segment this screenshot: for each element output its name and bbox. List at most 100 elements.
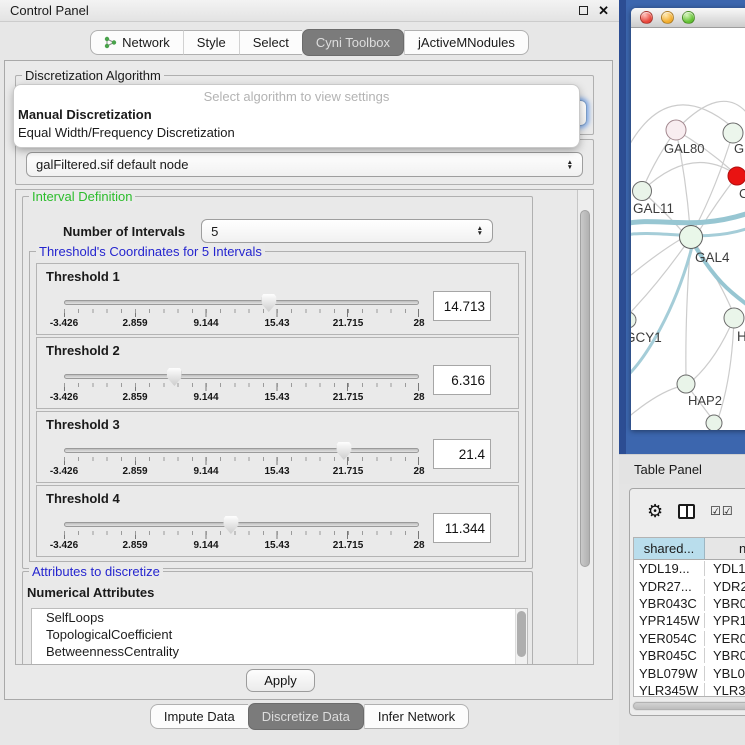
close-window-icon[interactable] <box>640 11 653 24</box>
threshold-row: -3.4262.8599.14415.4321.71528 <box>37 439 518 478</box>
table-body: YDL19...YDL1YDR27...YDR2YBR043CYBR0YPR14… <box>634 560 745 697</box>
network-icon <box>104 36 117 49</box>
tab-cyni-toolbox[interactable]: Cyni Toolbox <box>302 29 404 56</box>
table-row[interactable]: YER054CYER0 <box>634 630 745 647</box>
threshold-label: Threshold 2 <box>37 338 518 358</box>
network-edge[interactable] <box>631 243 693 378</box>
zoom-window-icon[interactable] <box>682 11 695 24</box>
settings-gear-icon[interactable]: ⚙ <box>647 502 663 520</box>
tick-label: 2.859 <box>122 540 147 551</box>
slider-area: -3.4262.8599.14415.4321.71528 <box>64 291 419 330</box>
tab-label: Cyni Toolbox <box>316 35 390 50</box>
tab-select[interactable]: Select <box>239 30 302 55</box>
network-node-h[interactable] <box>724 308 744 328</box>
threshold-value-input[interactable] <box>433 439 491 469</box>
threshold-slider[interactable] <box>64 522 419 527</box>
group-label-thresholds: Threshold's Coordinates for 5 Intervals <box>36 244 265 259</box>
horizontal-scrollbar-thumb[interactable] <box>633 702 745 710</box>
numerical-attributes-list[interactable]: SelfLoopsTopologicalCoefficientBetweenne… <box>31 608 528 665</box>
network-node-gal80[interactable] <box>666 120 686 140</box>
network-node-hap2[interactable] <box>677 375 695 393</box>
apply-button[interactable]: Apply <box>246 669 315 692</box>
network-canvas[interactable]: GAL80GCGAL11GAL4GCY1HHAP2 <box>631 28 745 430</box>
network-edge[interactable] <box>693 318 734 380</box>
number-of-intervals-spinner[interactable]: 5 ▲▼ <box>201 219 493 243</box>
minimize-window-icon[interactable] <box>661 11 674 24</box>
network-node[interactable] <box>706 415 722 430</box>
list-scrollbar[interactable] <box>515 609 527 665</box>
algorithm-option-equal-width-frequency-discretization[interactable]: Equal Width/Frequency Discretization <box>14 124 579 142</box>
network-node-g[interactable] <box>723 123 743 143</box>
tab-jactivemnodules[interactable]: jActiveMNodules <box>404 30 529 55</box>
panel-title: Control Panel <box>10 3 89 18</box>
bottom-tab-bar: Impute DataDiscretize Data Infer Network <box>0 704 619 729</box>
threshold-label: Threshold 4 <box>37 486 518 506</box>
close-panel-icon[interactable]: ✕ <box>598 4 609 17</box>
table-row[interactable]: YBR045CYBR0 <box>634 647 745 664</box>
tab-infer-network[interactable]: Infer Network <box>364 704 469 729</box>
vertical-scrollbar[interactable] <box>577 190 593 664</box>
float-window-icon[interactable] <box>579 6 588 15</box>
combo-arrows-icon: ▲▼ <box>567 160 573 170</box>
tab-label: Infer Network <box>378 709 455 724</box>
network-node-gal4[interactable] <box>680 226 703 249</box>
tick-labels: -3.4262.8599.14415.4321.71528 <box>64 392 419 404</box>
network-window-titlebar[interactable] <box>631 8 745 28</box>
tick-labels: -3.4262.8599.14415.4321.71528 <box>64 466 419 478</box>
group-label-discretization-algorithm: Discretization Algorithm <box>22 68 164 83</box>
column-header[interactable]: n <box>705 538 745 559</box>
tab-discretize-data[interactable]: Discretize Data <box>248 703 364 730</box>
tick-label: 15.43 <box>264 318 289 329</box>
tick-label: 2.859 <box>122 466 147 477</box>
attribute-item[interactable]: TopologicalCoefficient <box>32 626 527 643</box>
horizontal-scrollbar[interactable] <box>632 701 745 711</box>
threshold-value-input[interactable] <box>433 513 491 543</box>
tab-network[interactable]: Network <box>90 30 183 55</box>
tick-label: -3.426 <box>50 466 78 477</box>
settings-content: Interval Definition Number of Intervals … <box>16 190 577 664</box>
checkbox-icons[interactable]: ☑☑ <box>710 504 734 518</box>
slider-ticks <box>64 309 419 317</box>
table-row[interactable]: YPR145WYPR1 <box>634 612 745 629</box>
slider-area: -3.4262.8599.14415.4321.71528 <box>64 365 419 404</box>
threshold-slider[interactable] <box>64 300 419 305</box>
algorithm-option-manual-discretization[interactable]: Manual Discretization <box>14 106 579 124</box>
vertical-scrollbar-thumb[interactable] <box>580 210 590 567</box>
network-node-c[interactable] <box>728 167 745 185</box>
table-row[interactable]: YDR27...YDR2 <box>634 577 745 594</box>
tick-label: 15.43 <box>264 466 289 477</box>
table-row[interactable]: YBL079WYBL0 <box>634 664 745 681</box>
tick-label: -3.426 <box>50 392 78 403</box>
list-scrollbar-thumb[interactable] <box>517 611 526 657</box>
table-cell: YBR0 <box>705 596 745 611</box>
column-header[interactable]: shared... <box>634 538 705 559</box>
node-label: GCY1 <box>631 330 662 345</box>
screenshot-root: Control Panel ✕ NetworkStyleSelect Cyni T… <box>0 0 745 745</box>
threshold-slider[interactable] <box>64 448 419 453</box>
table-row[interactable]: YDL19...YDL1 <box>634 560 745 577</box>
network-node-gal11[interactable] <box>633 182 652 201</box>
tab-impute-data[interactable]: Impute Data <box>150 704 248 729</box>
network-node-gcy1[interactable] <box>631 312 636 328</box>
table-row[interactable]: YBR043CYBR0 <box>634 595 745 612</box>
table-cell: YBR045C <box>634 648 705 663</box>
threshold-value-input[interactable] <box>433 365 491 395</box>
table-row[interactable]: YLR345WYLR3 <box>634 682 745 697</box>
network-edge[interactable] <box>631 239 681 280</box>
tick-label: -3.426 <box>50 318 78 329</box>
threshold-slider[interactable] <box>64 374 419 379</box>
tick-label: 9.144 <box>193 466 218 477</box>
attribute-item[interactable]: BetweennessCentrality <box>32 643 527 660</box>
tick-label: 28 <box>413 318 424 329</box>
column-layout-icon[interactable] <box>678 504 695 519</box>
attribute-item[interactable]: SelfLoops <box>32 609 527 626</box>
network-edge[interactable] <box>631 387 678 420</box>
threshold-panel: Threshold 4-3.4262.8599.14415.4321.71528 <box>36 485 519 557</box>
threshold-panel: Threshold 3-3.4262.8599.14415.4321.71528 <box>36 411 519 483</box>
tab-style[interactable]: Style <box>183 30 239 55</box>
table-cell: YLR345W <box>634 683 705 697</box>
table-cell: YER0 <box>705 631 745 646</box>
tick-label: 9.144 <box>193 318 218 329</box>
threshold-value-input[interactable] <box>433 291 491 321</box>
table-data-combo[interactable]: galFiltered.sif default node ▲▼ <box>26 152 583 177</box>
